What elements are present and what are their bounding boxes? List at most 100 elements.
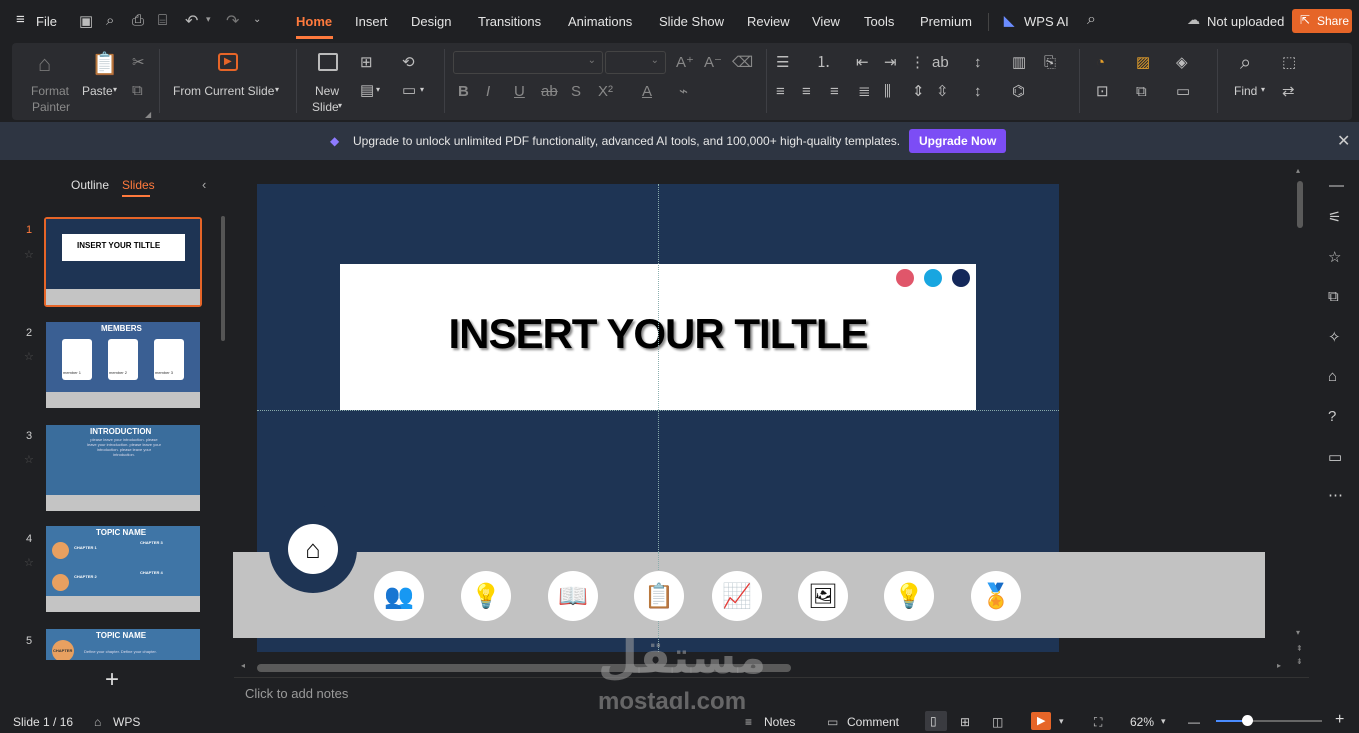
image-icon[interactable]: 🖼 [798,571,848,621]
sort-icon[interactable]: ↕ [974,55,982,70]
fill-icon[interactable]: ◈ [1176,55,1188,70]
tab-slides[interactable]: Slides [122,178,155,192]
align-right-icon[interactable]: ≡ [830,84,839,99]
align-left-icon[interactable]: ≡ [776,84,785,99]
share-link-icon[interactable]: ⌕ [106,12,114,29]
underline-icon[interactable]: U [514,84,525,99]
print-icon[interactable]: ⎙ [132,12,144,29]
hamburger-icon[interactable]: ≡ [16,11,25,28]
reset-slide-icon[interactable]: ⟲ [402,55,415,70]
help-icon[interactable]: ? [1328,408,1336,425]
previous-slide-icon[interactable]: ⇞ [1296,644,1303,653]
increase-indent-icon[interactable]: ⇥ [884,55,897,70]
tab-home[interactable]: Home [296,14,332,29]
book-icon[interactable]: 📖 [548,571,598,621]
format-painter-icon[interactable]: ⌂ [38,53,51,75]
home-badge[interactable]: ⌂ [269,505,357,593]
tab-transitions[interactable]: Transitions [478,14,541,29]
font-family-select[interactable]: ⌄ [453,51,603,74]
clipboard-icon[interactable]: 📋 [634,571,684,621]
strikethrough-icon[interactable]: ab [541,84,558,99]
file-menu[interactable]: File [36,14,57,29]
star-icon[interactable]: ☆ [24,453,34,466]
line-spacing-icon[interactable]: ↕ [974,84,982,99]
select-icon[interactable]: ⬚ [1282,55,1296,70]
bold-icon[interactable]: B [458,84,469,99]
notes-pane[interactable]: Click to add notes [234,677,1309,709]
cut-icon[interactable]: ✂ [132,55,145,70]
home-icon[interactable]: ⌂ [288,524,338,574]
from-current-slide-dropdown-icon[interactable]: ▾ [275,85,279,94]
slide-thumb-4[interactable]: TOPIC NAME CHAPTER 1 CHAPTER 3 CHAPTER 2… [46,526,200,612]
clipboard-expand-icon[interactable]: ◢ [145,107,151,122]
align-center-icon[interactable]: ≡ [802,84,811,99]
comment-icon[interactable]: ▭ [1328,448,1342,466]
zoom-out-icon[interactable]: — [1188,715,1200,729]
paste-button[interactable]: Paste [82,84,113,98]
fit-window-icon[interactable]: ⛶ [1094,715,1102,730]
star-icon[interactable]: ☆ [24,556,34,569]
comment-button[interactable]: Comment [847,715,899,729]
sparkle-star-icon[interactable]: ☆ [1328,248,1341,266]
text-direction-icon[interactable]: ⋮ [910,55,925,70]
arrange-icon[interactable]: ⧉ [1136,84,1147,99]
strikethrough-style-icon[interactable]: ab [932,55,949,70]
undo-icon[interactable]: ↶ [185,11,198,31]
collapse-panel-icon[interactable]: ‹ [202,177,206,192]
smartart-icon[interactable]: ⌬ [1012,84,1025,99]
slide-thumb-5[interactable]: TOPIC NAME CHAPTER Define your chapter. … [46,629,200,660]
from-current-slide-icon[interactable]: ▶ [218,53,238,71]
shirt-icon[interactable]: ⌂ [1328,368,1337,385]
section-dropdown-icon[interactable]: ▾ [420,85,424,94]
search-icon[interactable]: ⌕ [1087,11,1096,29]
text-shadow-icon[interactable]: S [571,84,581,99]
growth-chart-icon[interactable]: 📈 [712,571,762,621]
paste-icon[interactable]: 📋 [91,53,118,75]
font-size-select[interactable]: ⌄ [605,51,666,74]
from-current-slide-button[interactable]: From Current Slide [173,84,274,98]
close-icon[interactable]: ✕ [1337,131,1350,151]
scroll-up-icon[interactable]: ▴ [1296,166,1300,175]
italic-icon[interactable]: I [486,84,490,99]
find-icon[interactable]: ⌕ [1240,53,1251,73]
idea-hand-icon[interactable]: 💡 [461,571,511,621]
new-slide-icon[interactable] [318,53,338,71]
tab-tools[interactable]: Tools [864,14,894,29]
paste-dropdown-icon[interactable]: ▾ [113,85,117,94]
normal-view-button[interactable]: ▯ [925,711,947,731]
columns-icon[interactable]: ▥ [1012,55,1026,70]
decrease-font-icon[interactable]: A⁻ [704,55,722,70]
convert-icon[interactable]: ⎘ [1044,55,1056,70]
wps-ai-button[interactable]: WPS AI [1024,14,1069,29]
decrease-indent-icon[interactable]: ⇤ [856,55,869,70]
tab-slide-show[interactable]: Slide Show [659,14,724,29]
vertical-scrollbar-thumb[interactable] [1297,181,1303,228]
next-slide-icon[interactable]: ⇟ [1296,657,1303,666]
shapes-icon[interactable]: ◔ [1096,55,1105,70]
find-button[interactable]: Find [1234,84,1257,98]
slide-thumb-3[interactable]: INTRODUCTION please leave your introduct… [46,425,200,511]
reading-view-icon[interactable]: ◫ [992,715,1003,729]
settings-sliders-icon[interactable]: ⚟ [1328,208,1341,226]
outline-icon[interactable]: ▭ [1176,84,1190,99]
translate-icon[interactable]: ⇄ [1282,84,1295,99]
slide-reuse-icon[interactable]: ⊞ [360,55,373,70]
picture-icon[interactable]: ▨ [1136,55,1150,70]
team-icon[interactable]: 👥 [374,571,424,621]
zoom-level[interactable]: 62% [1130,715,1154,729]
quick-access-more-icon[interactable]: ⌄ [253,14,261,25]
tab-premium[interactable]: Premium [920,14,972,29]
scroll-left-icon[interactable]: ◂ [241,661,245,670]
more-icon[interactable]: ⋯ [1328,486,1343,504]
font-color-icon[interactable]: A [642,84,652,99]
undo-dropdown-icon[interactable]: ▾ [206,14,211,25]
slideshow-dropdown-icon[interactable]: ▾ [1059,716,1064,727]
tab-view[interactable]: View [812,14,840,29]
vertical-distribute-icon[interactable]: ⇳ [936,84,949,99]
zoom-slider-track[interactable] [1216,715,1322,726]
star-icon[interactable]: ☆ [24,350,34,363]
numbered-list-icon[interactable]: ⒈ [816,55,831,70]
slide-thumb-2[interactable]: MEMBERS member 1 member 2 member 3 [46,322,200,408]
upgrade-now-button[interactable]: Upgrade Now [909,129,1006,153]
highlight-icon[interactable]: ⌁ [679,84,688,99]
